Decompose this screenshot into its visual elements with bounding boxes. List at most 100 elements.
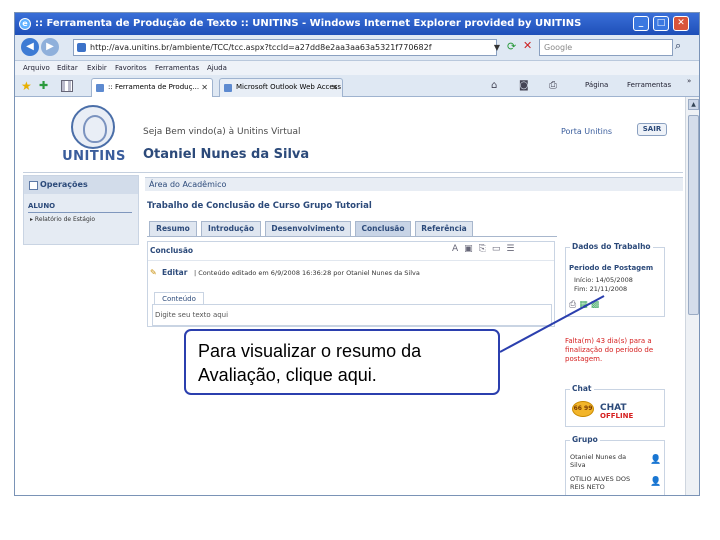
menu-arquivo[interactable]: Arquivo — [23, 61, 50, 75]
scroll-thumb[interactable] — [688, 115, 699, 315]
window-titlebar: e :: Ferramenta de Produção de Texto :: … — [15, 13, 699, 35]
menu-bar: Arquivo Editar Exibir Favoritos Ferramen… — [15, 61, 699, 75]
favorites-star-icon[interactable]: ★ — [21, 79, 32, 93]
quick-tabs-icon[interactable] — [61, 80, 73, 92]
close-button[interactable]: ✕ — [673, 16, 689, 31]
chat-box: Chat 66 99 CHAT OFFLINE — [565, 384, 665, 427]
sidebar-heading: Operações — [24, 176, 138, 194]
logout-button[interactable]: SAIR — [637, 123, 667, 136]
page-menu-button[interactable]: Página — [585, 79, 608, 91]
browser-tab-label: :: Ferramenta de Produç... — [108, 83, 200, 91]
search-icon[interactable]: ⌕ — [675, 39, 681, 53]
address-toolbar: ◀ ▶ http://ava.unitins.br/ambiente/TCC/t… — [15, 35, 699, 61]
deadline-warning: Falta(m) 43 dia(s) para a finalização do… — [565, 337, 654, 363]
format-toolbar: A▣⎘▭☰ — [452, 244, 520, 254]
tab-conclusao[interactable]: Conclusão — [355, 221, 411, 236]
logo-text: UNITINS — [62, 149, 126, 164]
browser-tab-label: Microsoft Outlook Web Access — [236, 83, 342, 91]
deadline-box: Falta(m) 43 dia(s) para a finalização do… — [565, 327, 665, 375]
portal-link[interactable]: Porta Unitins — [561, 127, 612, 136]
conclusion-panel: Conclusão A▣⎘▭☰ ✎ Editar | Conteúdo edit… — [147, 241, 555, 327]
stop-icon[interactable]: ✕ — [523, 39, 532, 52]
box-title: Chat — [570, 384, 594, 393]
menu-ajuda[interactable]: Ajuda — [207, 61, 227, 75]
close-tab-icon[interactable]: ✕ — [331, 79, 338, 96]
font-icon[interactable]: A — [452, 244, 464, 254]
action-icons: ⎙▦▩ — [569, 300, 602, 310]
periodo-label: Periodo de Postagem — [569, 264, 654, 272]
tab-desenvolvimento[interactable]: Desenvolvimento — [265, 221, 351, 236]
divider — [147, 236, 557, 237]
sidebar-role[interactable]: ALUNO — [28, 202, 55, 210]
address-dropdown-icon[interactable]: ▼ — [491, 39, 503, 56]
browser-tab-ferramenta[interactable]: :: Ferramenta de Produç... ✕ — [91, 78, 213, 97]
chevron-more-icon[interactable]: » — [687, 77, 691, 85]
web-page: UNITINS Seja Bem vindo(a) à Unitins Virt… — [15, 97, 699, 495]
chat-bubble-icon[interactable]: 66 99 — [572, 401, 594, 417]
evaluation-summary-icon[interactable]: ▩ — [591, 300, 603, 310]
address-input[interactable]: http://ava.unitins.br/ambiente/TCC/tcc.a… — [73, 39, 497, 56]
menu-editar[interactable]: Editar — [57, 61, 78, 75]
end-date: Fim: 21/11/2008 — [574, 285, 628, 293]
tools-menu-button[interactable]: Ferramentas — [627, 79, 671, 91]
vertical-scrollbar[interactable]: ▲ — [685, 97, 699, 495]
feeds-icon[interactable]: ◙ — [519, 80, 529, 91]
divider — [28, 212, 132, 213]
user-icon[interactable]: 👤 — [650, 477, 661, 487]
dados-trabalho-box: Dados do Trabalho Periodo de Postagem In… — [565, 242, 665, 317]
welcome-text: Seja Bem vindo(a) à Unitins Virtual — [143, 127, 301, 137]
tab-resumo[interactable]: Resumo — [149, 221, 197, 236]
edit-info: | Conteúdo editado em 6/9/2008 16:36:28 … — [194, 269, 420, 277]
tab-introducao[interactable]: Introdução — [201, 221, 261, 236]
start-date: Início: 14/05/2008 — [574, 276, 633, 284]
close-tab-icon[interactable]: ✕ — [201, 79, 208, 96]
forward-button[interactable]: ▶ — [41, 38, 59, 56]
export-icon[interactable]: ▦ — [579, 300, 591, 310]
edit-link[interactable]: Editar — [162, 268, 187, 277]
divider — [23, 172, 683, 173]
browser-tab-bar: ★ ✚ :: Ferramenta de Produç... ✕ Microso… — [15, 75, 699, 97]
window-title: :: Ferramenta de Produção de Texto :: UN… — [35, 18, 582, 29]
attach-icon[interactable]: ⎘ — [479, 244, 492, 254]
save-icon[interactable]: ▣ — [464, 244, 479, 254]
home-icon[interactable]: ⌂ — [491, 80, 497, 91]
unitins-logo: UNITINS — [55, 105, 133, 165]
menu-exibir[interactable]: Exibir — [87, 61, 107, 75]
user-name: Otaniel Nunes da Silva — [143, 147, 310, 162]
browser-window: e :: Ferramenta de Produção de Texto :: … — [14, 12, 700, 496]
callout-box: Para visualizar o resumo da Avaliação, c… — [184, 329, 500, 395]
menu-ferramentas[interactable]: Ferramentas — [155, 61, 199, 75]
search-input[interactable]: Google — [539, 39, 673, 56]
maximize-button[interactable]: □ — [653, 16, 669, 31]
slide: e :: Ferramenta de Produção de Texto :: … — [0, 0, 720, 540]
comment-icon[interactable]: ▭ — [492, 244, 507, 254]
page-title: Trabalho de Conclusão de Curso Grupo Tut… — [147, 201, 372, 211]
pencil-icon: ✎ — [150, 268, 157, 277]
browser-tab-outlook[interactable]: Microsoft Outlook Web Access ✕ — [219, 78, 343, 97]
ie-logo-icon: e — [19, 18, 31, 30]
user-icon[interactable]: 👤 — [650, 455, 661, 465]
box-title: Dados do Trabalho — [570, 242, 653, 251]
add-favorite-icon[interactable]: ✚ — [39, 79, 48, 92]
group-box: Grupo Otaniel Nunes da Silva 👤 OTILIO AL… — [565, 435, 665, 495]
back-button[interactable]: ◀ — [21, 38, 39, 56]
scroll-up-icon[interactable]: ▲ — [688, 99, 699, 110]
divider — [148, 260, 554, 261]
print-icon[interactable]: ⎙ — [569, 300, 579, 310]
logo-seal-icon — [71, 105, 115, 149]
tab-referencia[interactable]: Referência — [415, 221, 473, 236]
history-icon[interactable]: ☰ — [506, 244, 520, 254]
chat-status: OFFLINE — [600, 412, 634, 420]
page-icon — [224, 84, 232, 92]
sidebar-item-relatorio[interactable]: ▸ Relatório de Estágio — [30, 216, 95, 223]
print-icon[interactable]: ⎙ — [549, 80, 557, 91]
minimize-button[interactable]: _ — [633, 16, 649, 31]
callout-text: Para visualizar o resumo da Avaliação, c… — [198, 341, 422, 385]
refresh-icon[interactable]: ⟳ — [507, 40, 516, 53]
page-icon — [96, 84, 104, 92]
section-title: Conclusão — [150, 246, 194, 255]
group-member: OTILIO ALVES DOS REIS NETO — [570, 475, 631, 491]
menu-favoritos[interactable]: Favoritos — [115, 61, 147, 75]
box-title: Grupo — [570, 435, 600, 444]
content-textarea[interactable]: Digite seu texto aqui — [152, 304, 552, 326]
